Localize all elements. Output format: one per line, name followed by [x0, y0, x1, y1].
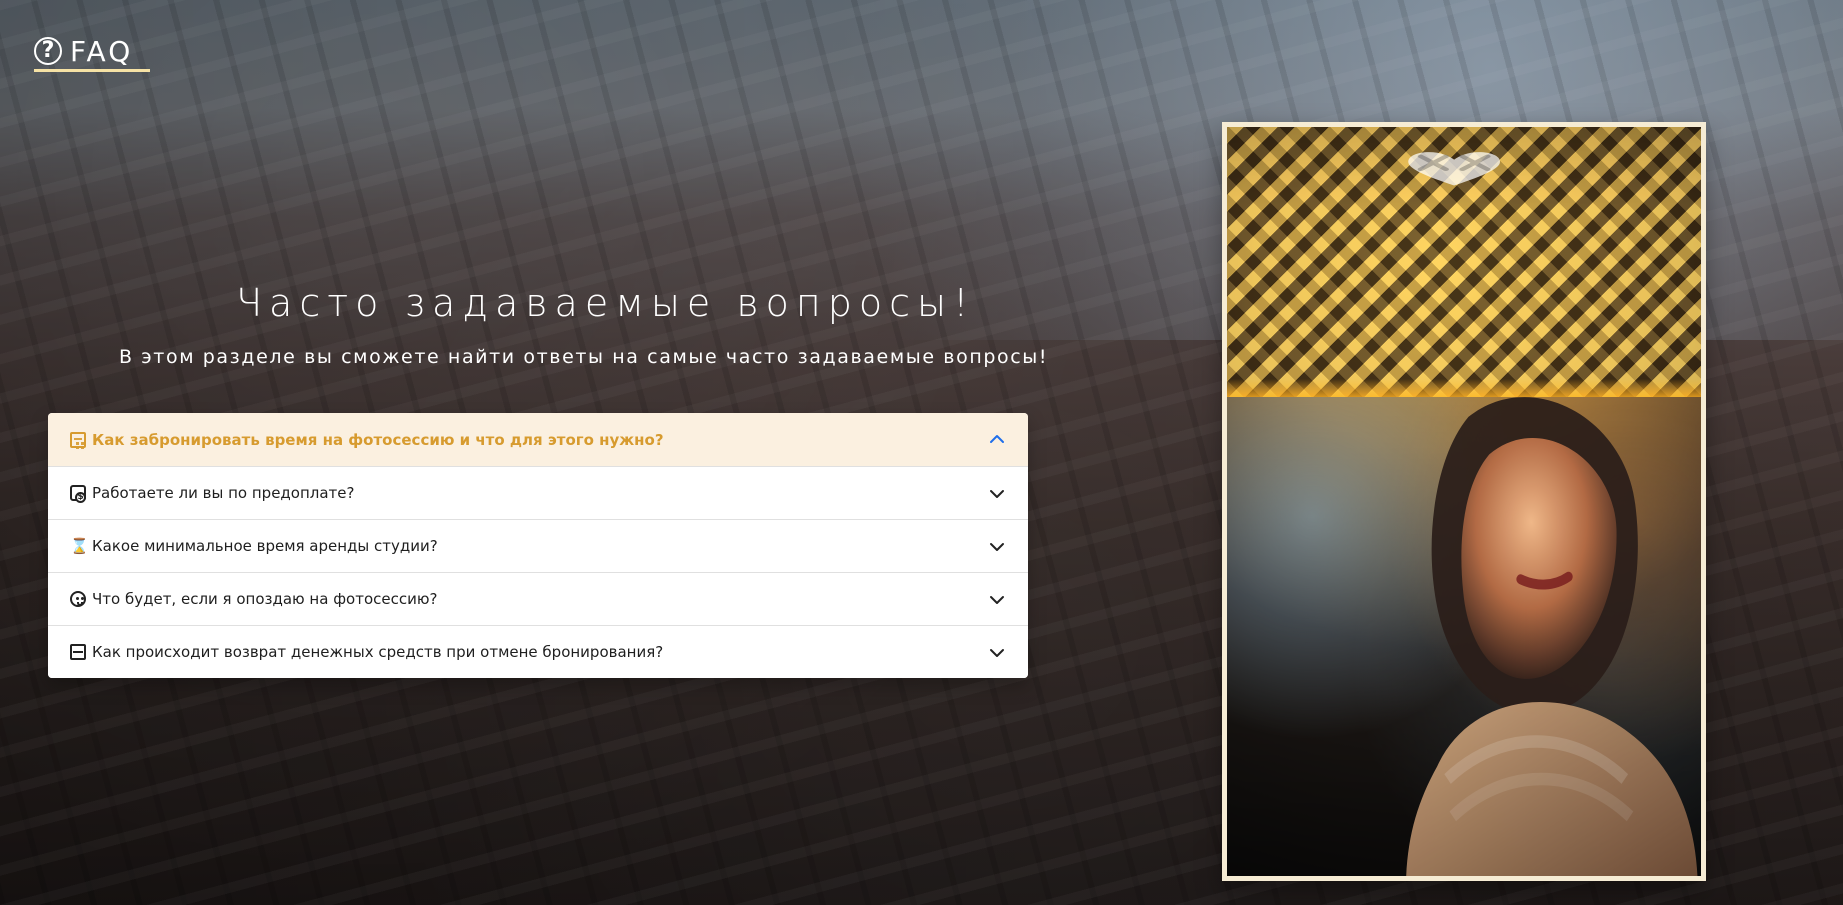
featured-photo-frame [1222, 122, 1706, 881]
faq-question-label: Как происходит возврат денежных средств … [92, 643, 664, 661]
logo-underline [34, 69, 150, 72]
surprised-face-icon [70, 591, 86, 607]
chevron-up-icon[interactable] [988, 431, 1006, 449]
chevron-down-icon[interactable] [988, 590, 1006, 608]
faq-item-4[interactable]: Что будет, если я опоздаю на фотосессию? [48, 572, 1028, 625]
faq-question-label: Какое минимальное время аренды студии? [92, 537, 438, 555]
question-mark-icon: ? [34, 37, 62, 65]
faq-item-3[interactable]: ⌛ Какое минимальное время аренды студии? [48, 519, 1028, 572]
faq-page: ? FAQ Часто задаваемые вопросы! В этом р… [0, 0, 1843, 905]
faq-item-5[interactable]: Как происходит возврат денежных средств … [48, 625, 1028, 678]
heart-cutout [1408, 152, 1501, 186]
featured-photo [1227, 127, 1701, 876]
chevron-down-icon[interactable] [988, 484, 1006, 502]
faq-question-label: Работаете ли вы по предоплате? [92, 484, 355, 502]
chevron-down-icon[interactable] [988, 643, 1006, 661]
hourglass-icon: ⌛ [70, 536, 89, 555]
page-subtitle: В этом разделе вы сможете найти ответы н… [119, 346, 1049, 368]
chevron-down-icon[interactable] [988, 537, 1006, 555]
faq-question-label: Что будет, если я опоздаю на фотосессию? [92, 590, 438, 608]
credit-card-icon [70, 644, 86, 660]
faq-accordion: Как забронировать время на фотосессию и … [48, 413, 1028, 678]
lamp-shade [1227, 127, 1701, 397]
person-silhouette [1406, 396, 1698, 876]
logo-text: FAQ [70, 34, 134, 68]
faq-logo[interactable]: ? FAQ [34, 28, 150, 74]
money-icon [70, 485, 86, 503]
page-title: Часто задаваемые вопросы! [236, 281, 976, 325]
calendar-icon [70, 431, 86, 448]
faq-item-2[interactable]: Работаете ли вы по предоплате? [48, 466, 1028, 519]
faq-item-1[interactable]: Как забронировать время на фотосессию и … [48, 413, 1028, 466]
faq-question-label: Как забронировать время на фотосессию и … [92, 430, 664, 449]
